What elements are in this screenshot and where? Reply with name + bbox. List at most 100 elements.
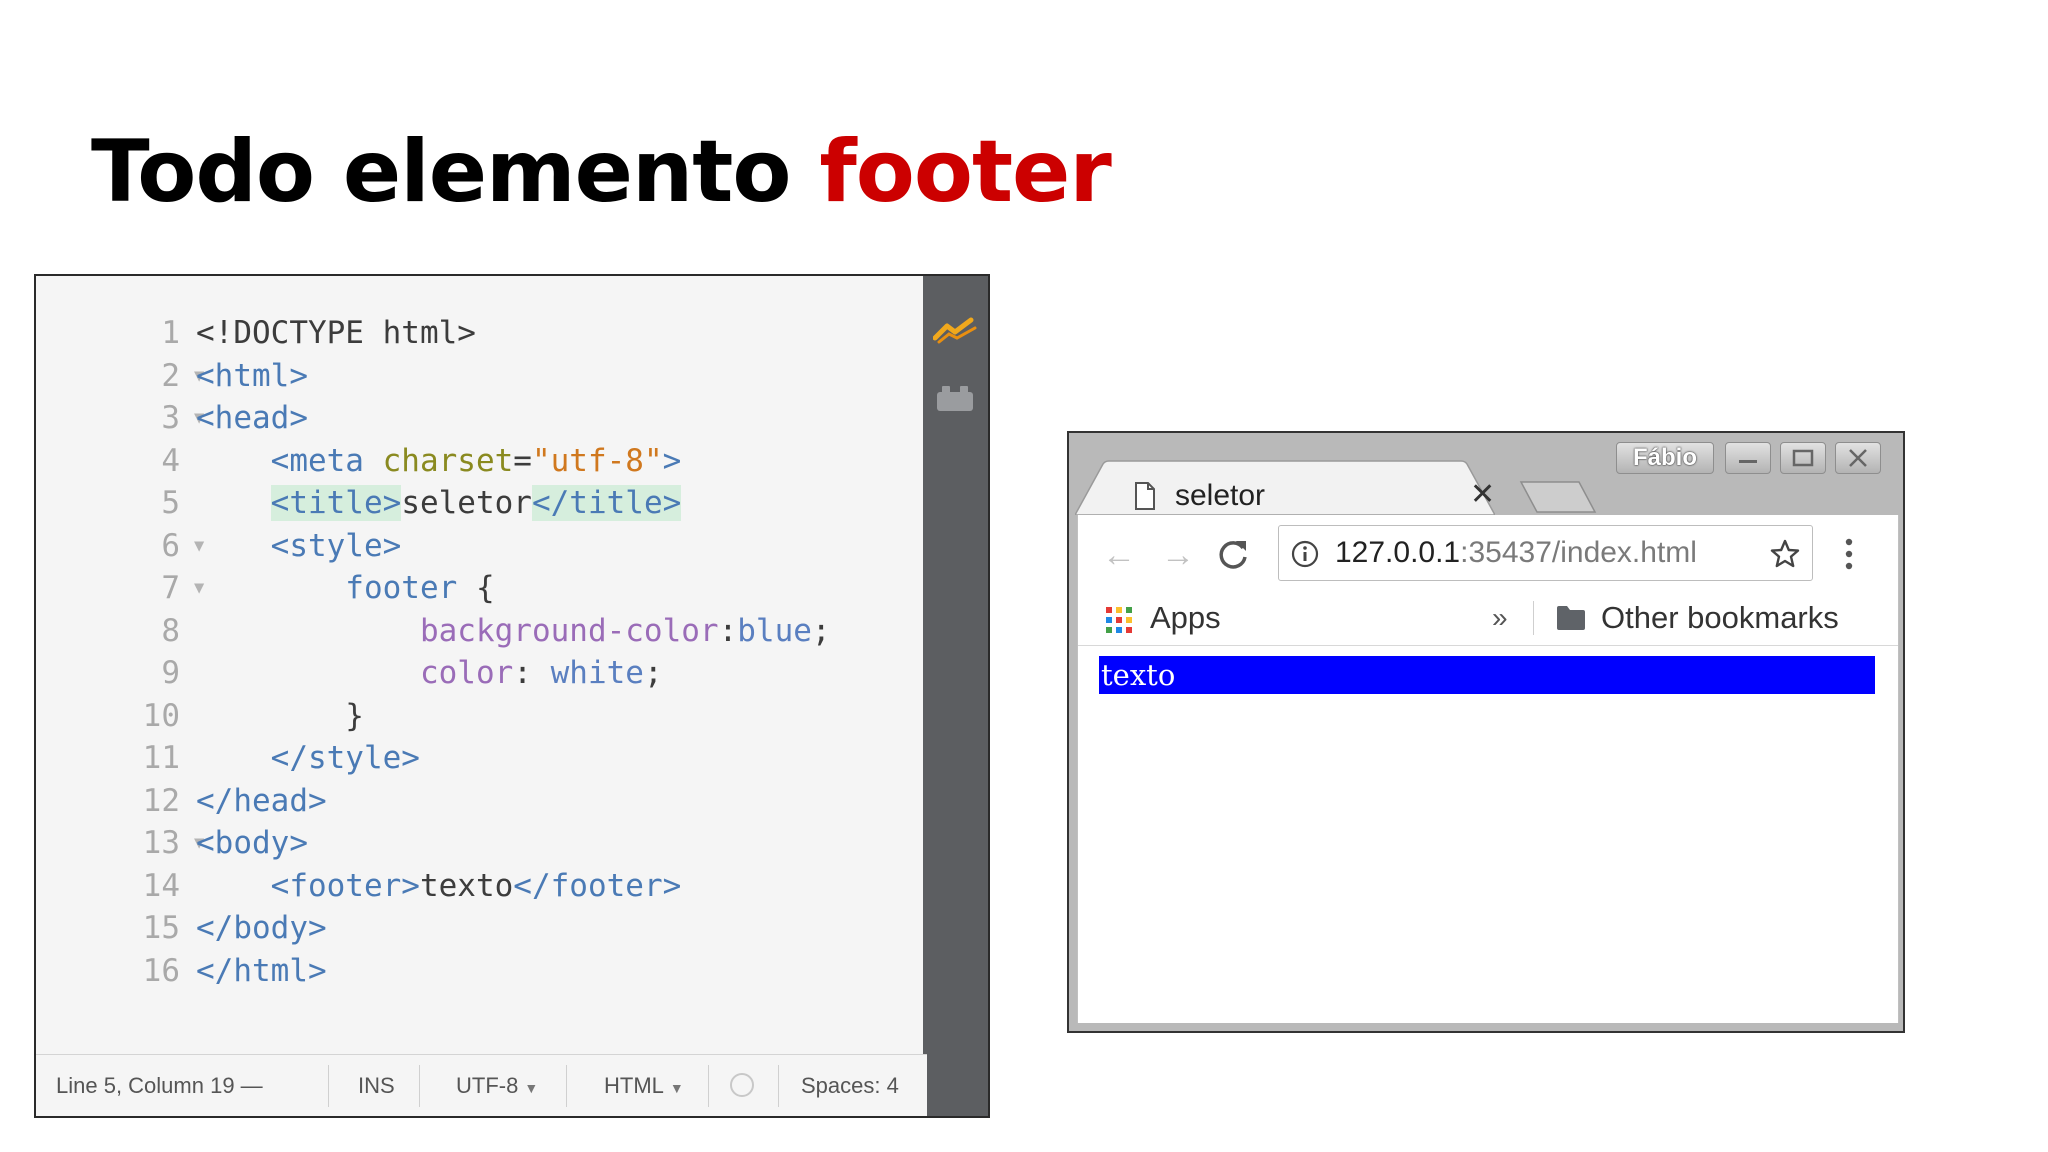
language-select[interactable]: HTML ▼ — [604, 1055, 684, 1116]
code-line[interactable]: 11 </style> — [36, 737, 927, 779]
line-number: 12 — [142, 782, 180, 819]
line-number: 10 — [142, 697, 180, 734]
line-number: 15 — [142, 910, 180, 946]
code-line[interactable]: 3 ▼ <head> — [36, 397, 927, 439]
code-line[interactable]: 5 <title>seletor</title> — [36, 482, 927, 524]
code-text: </body> — [196, 907, 327, 949]
minimize-icon — [1739, 460, 1757, 463]
linter-status-icon[interactable] — [730, 1073, 754, 1097]
code-token: white — [550, 655, 644, 691]
line-number: 1 — [161, 315, 180, 351]
code-token: <meta — [196, 442, 383, 479]
code-token: texto — [419, 867, 514, 904]
chevron-down-icon: ▼ — [669, 1080, 684, 1096]
code-token: footer — [196, 570, 476, 606]
code-text: <!DOCTYPE html> — [196, 312, 476, 354]
apps-grid-icon[interactable] — [1106, 607, 1132, 633]
line-number: 7 — [161, 570, 180, 606]
rendered-footer: texto — [1099, 656, 1875, 694]
code-token: "utf-8" — [531, 442, 663, 479]
code-line[interactable]: 9 color: white; — [36, 652, 927, 694]
code-line[interactable]: 10 } — [36, 695, 927, 737]
more-bookmarks-chevron-icon[interactable]: » — [1492, 599, 1508, 637]
kebab-menu-icon[interactable] — [1844, 537, 1854, 571]
code-line[interactable]: 12 </head> — [36, 780, 927, 822]
line-number: 13 — [142, 825, 180, 861]
url-host: 127.0.0.1 — [1335, 536, 1461, 569]
bookmark-star-icon[interactable] — [1769, 538, 1801, 570]
code-token: <footer> — [196, 867, 420, 904]
maximize-button[interactable] — [1780, 442, 1826, 474]
indent-spaces[interactable]: Spaces: 4 — [801, 1055, 899, 1116]
code-token: <!DOCTYPE html> — [196, 315, 476, 351]
code-line[interactable]: 14 <footer>texto</footer> — [36, 865, 927, 907]
code-text: color: white; — [196, 652, 663, 694]
code-token: seletor — [401, 485, 532, 521]
code-token: <head> — [196, 400, 308, 436]
other-bookmarks[interactable]: Other bookmarks — [1601, 599, 1839, 637]
apps-bookmark[interactable]: Apps — [1150, 599, 1221, 637]
code-line[interactable]: 2 ▼ <html> — [36, 355, 927, 397]
reload-icon[interactable] — [1216, 537, 1250, 571]
code-text: </html> — [196, 950, 327, 992]
code-text: <html> — [196, 355, 308, 397]
new-tab-button[interactable] — [1519, 479, 1597, 515]
window-close-button[interactable] — [1835, 442, 1881, 474]
code-token: </body> — [196, 910, 327, 946]
editor-side-toolbar — [923, 276, 988, 1116]
code-token: } — [196, 697, 364, 734]
page-viewport: texto — [1078, 646, 1898, 1023]
code-text: <footer>texto</footer> — [196, 865, 682, 907]
code-token: </footer> — [513, 867, 682, 904]
url-path: :35437/index.html — [1460, 536, 1697, 569]
code-line[interactable]: 15 </body> — [36, 907, 927, 949]
forward-arrow-icon[interactable]: → — [1161, 535, 1195, 575]
code-line[interactable]: 13 ▼ <body> — [36, 822, 927, 864]
code-text: <title>seletor</title> — [196, 482, 682, 524]
line-number: 2 — [161, 357, 180, 394]
line-number: 3 — [161, 400, 180, 436]
address-bar[interactable]: 127.0.0.1:35437/index.html — [1278, 525, 1813, 581]
minimize-button[interactable] — [1725, 442, 1771, 474]
live-preview-icon[interactable] — [933, 316, 977, 344]
code-line[interactable]: 4 <meta charset="utf-8"> — [36, 440, 927, 482]
code-token: charset — [382, 442, 514, 479]
tab-close-icon[interactable]: ✕ — [1470, 477, 1495, 513]
code-line[interactable]: 6 ▼ <style> — [36, 525, 927, 567]
browser-window: Fábio seletor ✕ ← → 127.0.0.1:35437/inde… — [1067, 431, 1905, 1033]
cursor-position: Line 5, Column 19 — — [56, 1073, 263, 1098]
title-highlight: footer — [819, 122, 1111, 222]
code-token: </style> — [196, 740, 420, 776]
back-arrow-icon[interactable]: ← — [1102, 535, 1136, 575]
code-line[interactable]: 8 background-color:blue; — [36, 610, 927, 652]
code-token: > — [662, 442, 682, 479]
profile-button[interactable]: Fábio — [1616, 442, 1714, 474]
chevron-down-icon: ▼ — [524, 1080, 539, 1096]
code-text: <body> — [196, 822, 308, 864]
code-line[interactable]: 7 ▼ footer { — [36, 567, 927, 609]
extension-manager-icon[interactable] — [936, 384, 974, 412]
browser-toolbar: ← → 127.0.0.1:35437/index.html Apps » Ot… — [1077, 515, 1899, 1023]
tab-title: seletor — [1175, 479, 1266, 512]
encoding-select[interactable]: UTF-8 ▼ — [456, 1055, 539, 1116]
code-area[interactable]: 1 <!DOCTYPE html> 2 ▼ <html> 3 ▼ <head> 4 <meta … — [36, 276, 927, 1056]
line-number: 16 — [142, 952, 180, 989]
line-number: 5 — [161, 485, 180, 521]
code-token: = — [513, 442, 532, 479]
info-icon[interactable] — [1291, 540, 1319, 568]
url-text: 127.0.0.1:35437/index.html — [1335, 526, 1697, 580]
code-token: ; — [811, 612, 831, 649]
folder-icon — [1557, 606, 1585, 630]
code-line[interactable]: 16 </html> — [36, 950, 927, 992]
code-token: <style> — [196, 527, 402, 564]
code-line[interactable]: 1 <!DOCTYPE html> — [36, 312, 927, 354]
status-bar: Line 5, Column 19 — INS UTF-8 ▼ HTML ▼ Spa… — [36, 1054, 927, 1116]
bookmarks-bar: Apps » Other bookmarks — [1078, 591, 1898, 646]
code-token: </title> — [531, 485, 682, 521]
code-text: background-color:blue; — [196, 610, 831, 652]
code-text: footer { — [196, 567, 494, 609]
insert-mode-toggle[interactable]: INS — [358, 1055, 395, 1116]
line-number: 6 — [161, 527, 180, 564]
